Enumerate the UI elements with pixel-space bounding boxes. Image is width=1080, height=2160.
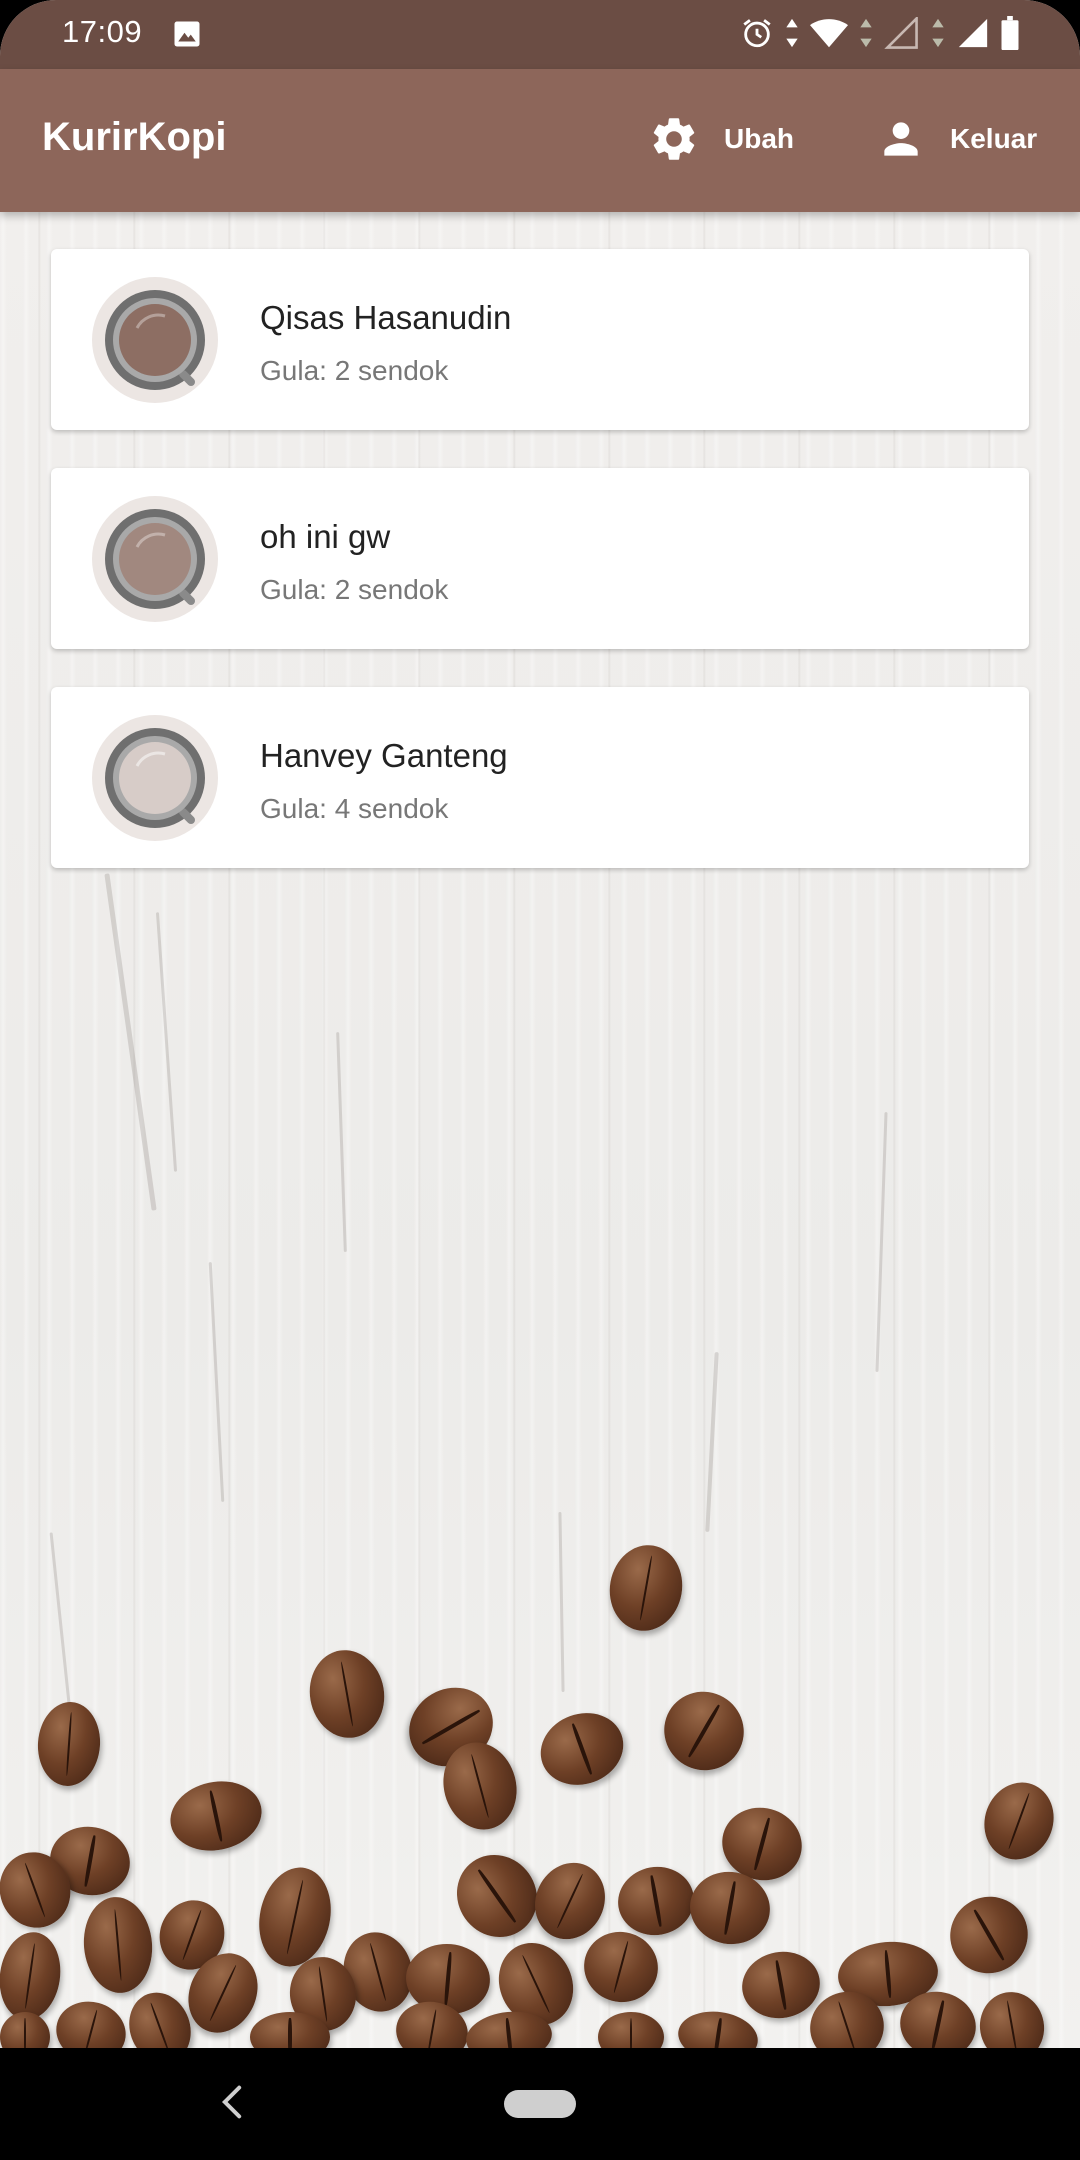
signal-empty-icon: [884, 17, 918, 49]
wood-grain: [104, 873, 157, 1211]
app-bar: KurirKopi Ubah Keluar: [0, 69, 1080, 212]
wood-grain: [558, 1511, 565, 1693]
ubah-button[interactable]: Ubah: [648, 109, 794, 169]
sugar-amount: Gula: 2 sendok: [260, 355, 449, 386]
coffee-bean: [598, 2012, 664, 2048]
status-icons: [740, 16, 1020, 50]
coffee-bean: [612, 1860, 700, 1942]
customer-name: oh ini gw: [260, 518, 391, 555]
coffee-cup-icon: [92, 277, 218, 403]
keluar-button[interactable]: Keluar: [876, 109, 1037, 169]
content-area: Qisas Hasanudin Gula: 2 sendok oh ini gw…: [0, 212, 1080, 2048]
signal-full-icon: [958, 18, 988, 48]
status-time: 17:09: [62, 14, 143, 49]
app-screen: 17:09 KurirKopi Ubah Keluar Qisas Hasanu…: [0, 0, 1080, 2048]
coffee-bean: [530, 1701, 634, 1797]
back-icon[interactable]: [220, 2084, 244, 2120]
status-bar: 17:09: [0, 0, 1080, 69]
sugar-amount: Gula: 4 sendok: [260, 793, 449, 824]
wood-grain: [705, 1352, 719, 1532]
coffee-cup-icon: [92, 496, 218, 622]
coffee-bean: [603, 1539, 689, 1637]
wood-grain: [875, 1112, 888, 1372]
coffee-bean: [35, 1699, 103, 1789]
coffee-bean: [0, 1928, 66, 2024]
person-icon: [884, 122, 918, 156]
coffee-bean: [649, 1677, 759, 1785]
coffee-bean: [576, 1923, 666, 2011]
battery-icon: [1001, 16, 1019, 50]
data-arrows-icon: [860, 18, 872, 48]
coffee-bean: [736, 1945, 826, 2025]
system-nav-bar: [0, 2048, 1080, 2160]
ubah-label: Ubah: [724, 123, 794, 154]
order-card[interactable]: oh ini gw Gula: 2 sendok: [51, 468, 1029, 649]
wifi-icon: [810, 19, 848, 48]
coffee-bean: [974, 1986, 1050, 2048]
customer-name: Hanvey Ganteng: [260, 737, 508, 774]
coffee-bean: [302, 1644, 392, 1744]
sugar-amount: Gula: 2 sendok: [260, 574, 449, 605]
order-card[interactable]: Hanvey Ganteng Gula: 4 sendok: [51, 687, 1029, 868]
keluar-label: Keluar: [950, 123, 1038, 154]
coffee-bean: [79, 1894, 157, 1996]
data-arrows-icon: [786, 18, 798, 48]
wood-grain: [208, 1262, 225, 1502]
alarm-icon: [743, 19, 771, 48]
home-pill-icon[interactable]: [504, 2090, 576, 2118]
order-card[interactable]: Qisas Hasanudin Gula: 2 sendok: [51, 249, 1029, 430]
coffee-bean: [973, 1772, 1065, 1870]
gear-icon: [653, 118, 695, 160]
coffee-bean: [674, 2006, 762, 2048]
app-title: KurirKopi: [42, 115, 227, 159]
coffee-bean: [936, 1882, 1042, 1988]
wood-grain: [155, 912, 178, 1172]
coffee-cup-icon: [92, 715, 218, 841]
coffee-bean: [49, 1993, 133, 2048]
coffee-bean: [163, 1773, 269, 1859]
wood-grain: [336, 1032, 347, 1252]
coffee-bean: [0, 2012, 50, 2048]
image-icon: [174, 21, 200, 47]
customer-name: Qisas Hasanudin: [260, 299, 512, 336]
data-arrows-icon: [932, 18, 944, 48]
